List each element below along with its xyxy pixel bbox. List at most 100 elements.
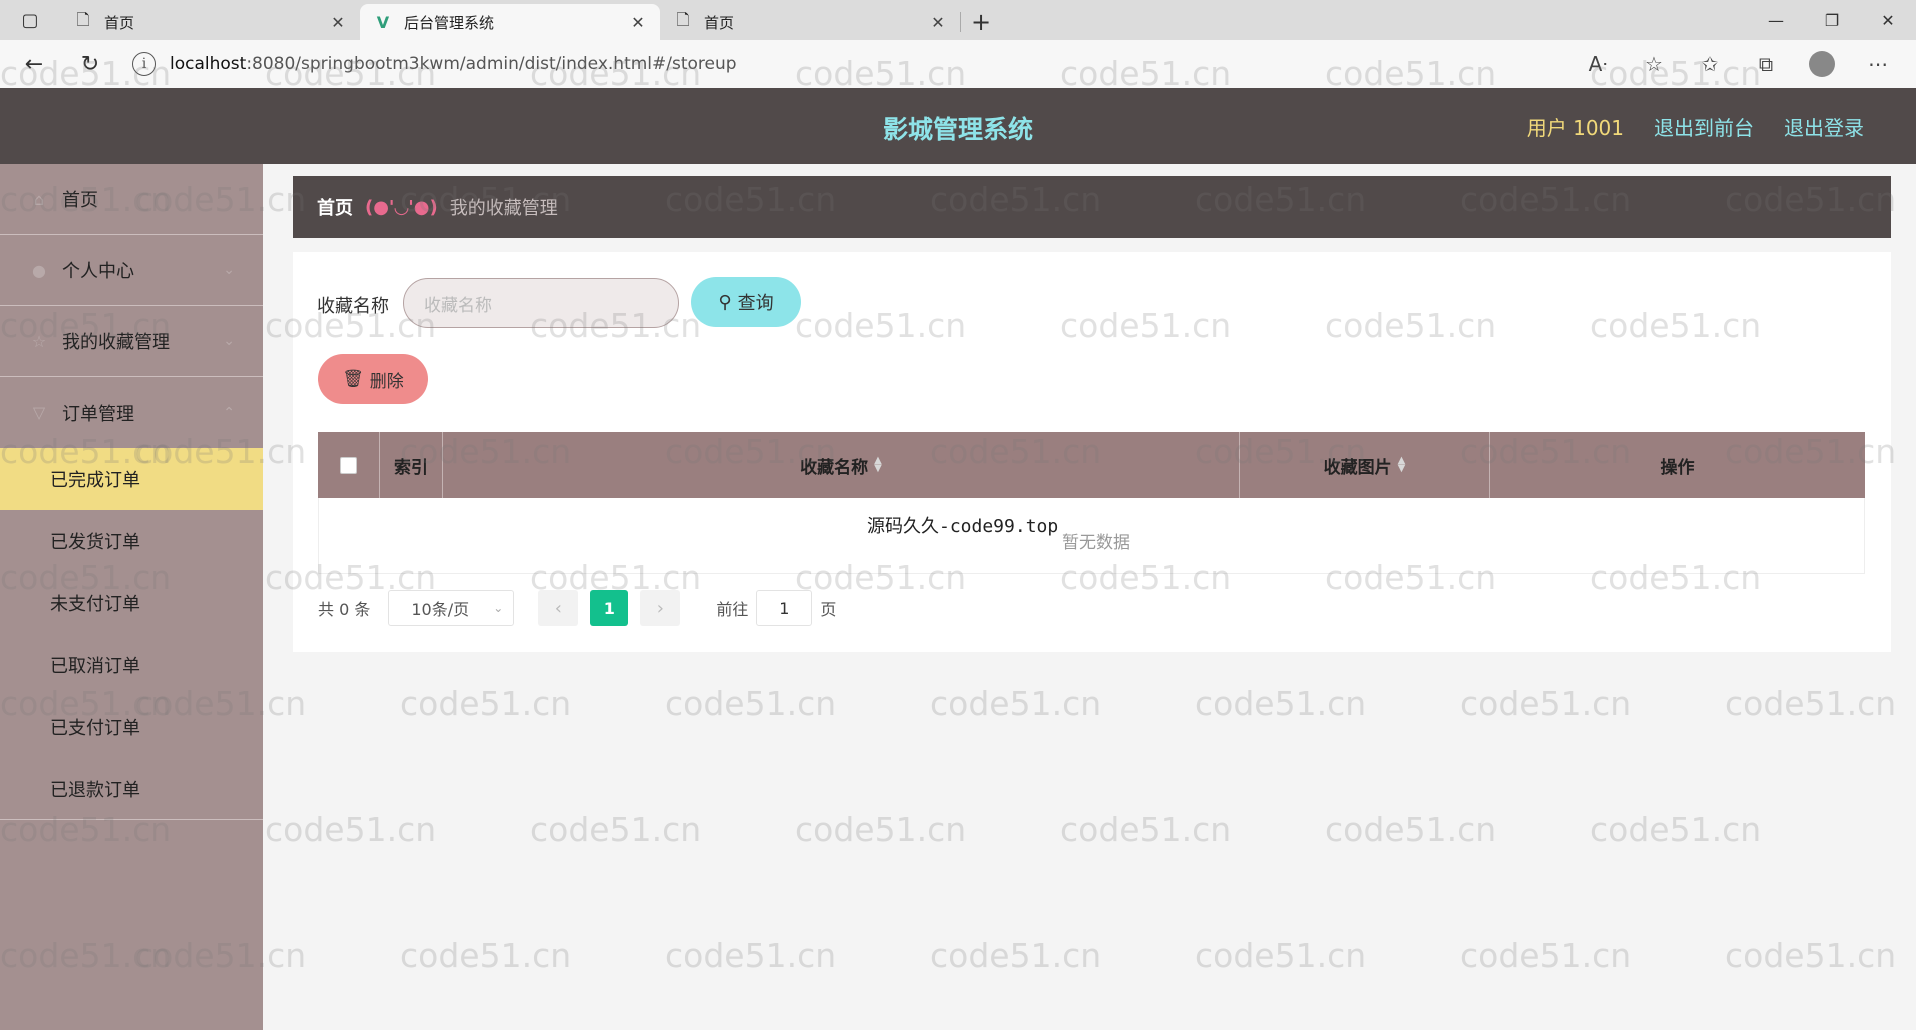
goto-label: 前往 xyxy=(716,600,749,619)
back-icon[interactable]: ← xyxy=(12,42,56,86)
column-header-image[interactable]: 收藏图片 ▲ ▼ xyxy=(1240,432,1490,498)
sidebar: ⌂ 首页 ● 个人中心 ⌄ ☆ 我的收藏管理 ⌄ ▽ 订单管理 ⌃ 已完成订单 … xyxy=(0,164,263,1030)
column-header-label: 收藏名称 xyxy=(800,457,869,478)
sidebar-item-label: 我的收藏管理 xyxy=(62,332,170,353)
user-icon: ● xyxy=(32,260,46,280)
column-header-name[interactable]: 收藏名称 ▲ ▼ xyxy=(443,432,1240,498)
watermark-text: code51.cn xyxy=(1460,684,1632,723)
submenu-cancelled-orders[interactable]: 已取消订单 xyxy=(0,634,263,696)
watermark-text: code51.cn xyxy=(1195,684,1367,723)
page-icon: 🗋 xyxy=(76,9,90,29)
watermark-text: code51.cn xyxy=(530,810,702,849)
empty-state-text: 暂无数据 xyxy=(1062,533,1130,553)
cart-icon: ▽ xyxy=(32,403,46,422)
breadcrumb-home[interactable]: 首页 xyxy=(317,194,353,220)
reload-icon[interactable]: ↻ xyxy=(68,42,112,86)
close-icon[interactable]: ✕ xyxy=(328,13,348,32)
browser-tab-2[interactable]: V 后台管理系统 ✕ xyxy=(360,4,660,40)
browser-tab-1[interactable]: 🗋 首页 ✕ xyxy=(60,4,360,40)
query-button[interactable]: ⚲ 查询 xyxy=(691,277,801,327)
watermark-text: code51.cn xyxy=(1725,684,1897,723)
submenu-completed-orders[interactable]: 已完成订单 xyxy=(0,448,263,510)
new-tab-button[interactable]: + xyxy=(961,4,1001,40)
column-header-index: 索引 xyxy=(380,432,443,498)
address-bar: ← ↻ i localhost:8080/springbootm3kwm/adm… xyxy=(0,40,1916,88)
next-page-button[interactable]: › xyxy=(640,590,681,626)
watermark-text: code51.cn xyxy=(1325,810,1497,849)
submenu-refunded-orders[interactable]: 已退款订单 xyxy=(0,758,263,820)
sidebar-item-label: 首页 xyxy=(62,190,98,211)
table-body: 源码久久-code99.top 暂无数据 xyxy=(318,498,1865,574)
sidebar-item-personal-center[interactable]: ● 个人中心 ⌄ xyxy=(0,235,263,306)
page-number-current[interactable]: 1 xyxy=(590,590,629,626)
breadcrumb-separator: (●'◡'●) xyxy=(365,196,438,218)
exit-to-front-link[interactable]: 退出到前台 xyxy=(1654,112,1754,141)
url-path: :8080/springbootm3kwm/admin/dist/index.h… xyxy=(246,54,737,74)
favorites-table: 索引 收藏名称 ▲ ▼ 收藏图片 ▲ ▼ 操作 源码久久-code99.top 暂无… xyxy=(318,432,1865,574)
watermark-text: code51.cn xyxy=(1725,936,1897,975)
browser-toolbar: Aᐧ ☆ ✩ ⧉ ⋯ xyxy=(1570,44,1906,84)
restore-icon[interactable]: ❐ xyxy=(1804,0,1860,40)
prev-page-button[interactable]: ‹ xyxy=(538,590,579,626)
watermark-text: code51.cn xyxy=(400,936,572,975)
sidebar-item-orders[interactable]: ▽ 订单管理 ⌃ xyxy=(0,377,263,448)
select-all-cell xyxy=(318,432,380,498)
search-icon: ⚲ xyxy=(718,291,732,313)
home-icon: ⌂ xyxy=(33,189,45,209)
watermark-text: code51.cn xyxy=(1060,810,1232,849)
watermark-text: code51.cn xyxy=(930,936,1102,975)
sidebar-item-home[interactable]: ⌂ 首页 xyxy=(0,164,263,235)
header-links: 用户 1001 退出到前台 退出登录 xyxy=(1527,112,1864,141)
tab-actions-icon[interactable]: ▢ xyxy=(0,0,60,40)
delete-button-label: 删除 xyxy=(369,371,404,392)
user-label: 用户 1001 xyxy=(1526,116,1624,140)
collections-icon[interactable]: ⧉ xyxy=(1738,44,1794,84)
close-window-icon[interactable]: ✕ xyxy=(1860,0,1916,40)
info-icon[interactable]: i xyxy=(132,52,156,76)
column-header-actions: 操作 xyxy=(1660,457,1695,478)
sidebar-item-favorites[interactable]: ☆ 我的收藏管理 ⌄ xyxy=(0,306,263,377)
vue-logo-icon: V xyxy=(376,12,390,32)
close-icon[interactable]: ✕ xyxy=(928,13,948,32)
sort-icon[interactable]: ▲ ▼ xyxy=(874,456,882,474)
close-icon[interactable]: ✕ xyxy=(628,13,648,32)
pagination: 共 0 条 10条/页 ⌄ ‹ 1 › 前往 1 页 xyxy=(318,590,836,626)
watermark-text: code51.cn xyxy=(930,684,1102,723)
submenu-unpaid-orders[interactable]: 未支付订单 xyxy=(0,572,263,634)
tab-title: 首页 xyxy=(104,13,135,32)
search-input[interactable]: 收藏名称 xyxy=(403,278,679,328)
more-icon[interactable]: ⋯ xyxy=(1850,44,1906,84)
read-aloud-icon[interactable]: Aᐧ xyxy=(1570,44,1626,84)
favorite-add-icon[interactable]: ☆ xyxy=(1626,44,1682,84)
watermark-text: code51.cn xyxy=(795,810,967,849)
watermark-text: code51.cn xyxy=(1590,810,1762,849)
select-all-checkbox[interactable] xyxy=(340,456,357,474)
chevron-down-icon: ⌄ xyxy=(223,262,235,278)
submenu-shipped-orders[interactable]: 已发货订单 xyxy=(0,510,263,572)
delete-button[interactable]: 🗑 删除 xyxy=(318,354,428,404)
watermark-text: code51.cn xyxy=(265,810,437,849)
watermark-text: code51.cn xyxy=(1460,936,1632,975)
page-size-select[interactable]: 10条/页 ⌄ xyxy=(388,590,515,626)
browser-tab-3[interactable]: 🗋 首页 ✕ xyxy=(660,4,960,40)
profile-avatar-icon[interactable] xyxy=(1794,44,1850,84)
query-button-label: 查询 xyxy=(737,293,774,314)
chevron-down-icon: ⌄ xyxy=(223,333,235,349)
browser-tab-bar: ▢ 🗋 首页 ✕ V 后台管理系统 ✕ 🗋 首页 ✕ + — ❐ ✕ xyxy=(0,0,1916,40)
watermark-text: code51.cn xyxy=(1195,936,1367,975)
watermark-text: code51.cn xyxy=(665,936,837,975)
url-field[interactable]: i localhost:8080/springbootm3kwm/admin/d… xyxy=(132,46,1570,82)
goto-page-input[interactable]: 1 xyxy=(756,590,813,626)
content-card: 收藏名称 收藏名称 ⚲ 查询 🗑 删除 索引 收藏名称 ▲ ▼ 收藏图片 ▲ ▼ 操… xyxy=(293,252,1891,652)
breadcrumb-current: 我的收藏管理 xyxy=(449,198,558,219)
trash-icon: 🗑 xyxy=(342,369,364,389)
sort-icon[interactable]: ▲ ▼ xyxy=(1398,456,1406,474)
submenu-paid-orders[interactable]: 已支付订单 xyxy=(0,696,263,758)
column-header-label: 收藏图片 xyxy=(1323,457,1392,478)
watermark-text: code51.cn xyxy=(400,684,572,723)
source-overlay-text: 源码久久-code99.top xyxy=(867,516,1059,537)
favorites-icon[interactable]: ✩ xyxy=(1682,44,1738,84)
window-controls: — ❐ ✕ xyxy=(1748,0,1916,40)
logout-link[interactable]: 退出登录 xyxy=(1784,112,1864,141)
minimize-icon[interactable]: — xyxy=(1748,0,1804,40)
